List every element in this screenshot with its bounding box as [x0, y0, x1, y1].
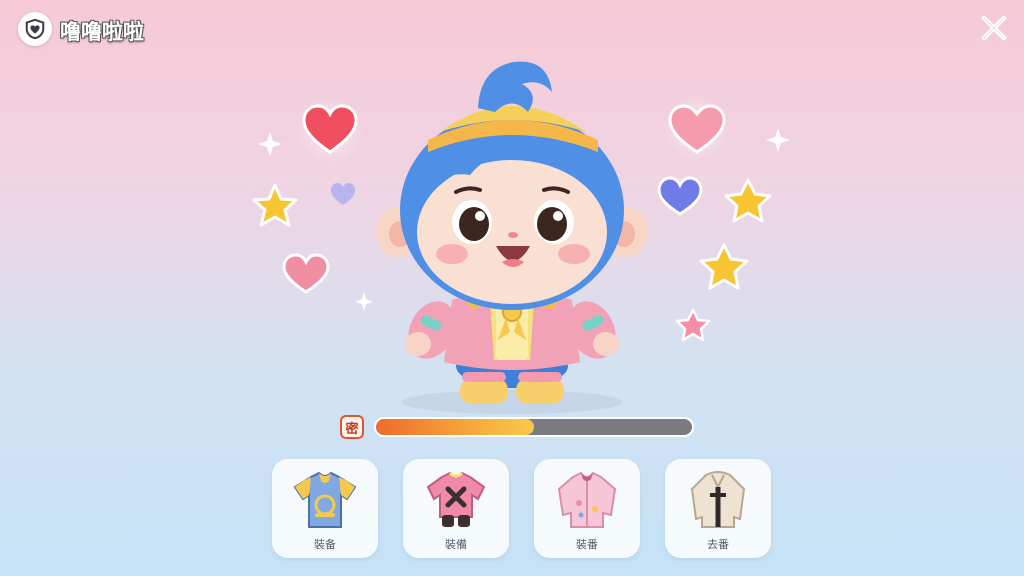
outfit-list: 裝备 裝備 裝番 去番 — [272, 459, 772, 559]
heart-icon — [331, 183, 355, 205]
outfit-card-1[interactable]: 裝备 — [272, 459, 378, 558]
outfit-label: 裝備 — [445, 538, 467, 551]
heart-icon — [657, 176, 703, 216]
progress-track — [374, 417, 694, 437]
outfit-label: 裝番 — [576, 538, 598, 551]
progress-fill — [376, 419, 534, 435]
star-icon — [252, 183, 298, 227]
outfit-label: 去番 — [707, 538, 729, 551]
outfit-card-3[interactable]: 裝番 — [534, 459, 640, 558]
star-icon — [699, 243, 749, 290]
blue-tshirt-icon — [293, 471, 357, 528]
pink-jacket-icon — [557, 471, 617, 528]
star-icon — [724, 178, 772, 223]
affinity-progress: 密 — [340, 413, 700, 441]
outfit-label: 裝备 — [314, 538, 336, 551]
heart-icon — [663, 94, 731, 162]
blue-haired-character[interactable] — [376, 61, 648, 404]
heart-icon — [296, 96, 364, 164]
star-icon — [675, 308, 711, 342]
beige-coat-icon — [690, 471, 746, 528]
heart-icon — [282, 253, 330, 294]
character-stage — [252, 61, 790, 414]
affinity-badge-icon: 密 — [340, 415, 364, 439]
outfit-card-4[interactable]: 去番 — [665, 459, 771, 558]
pink-vest-outfit-icon — [426, 471, 486, 527]
outfit-card-2[interactable]: 裝備 — [403, 459, 509, 558]
